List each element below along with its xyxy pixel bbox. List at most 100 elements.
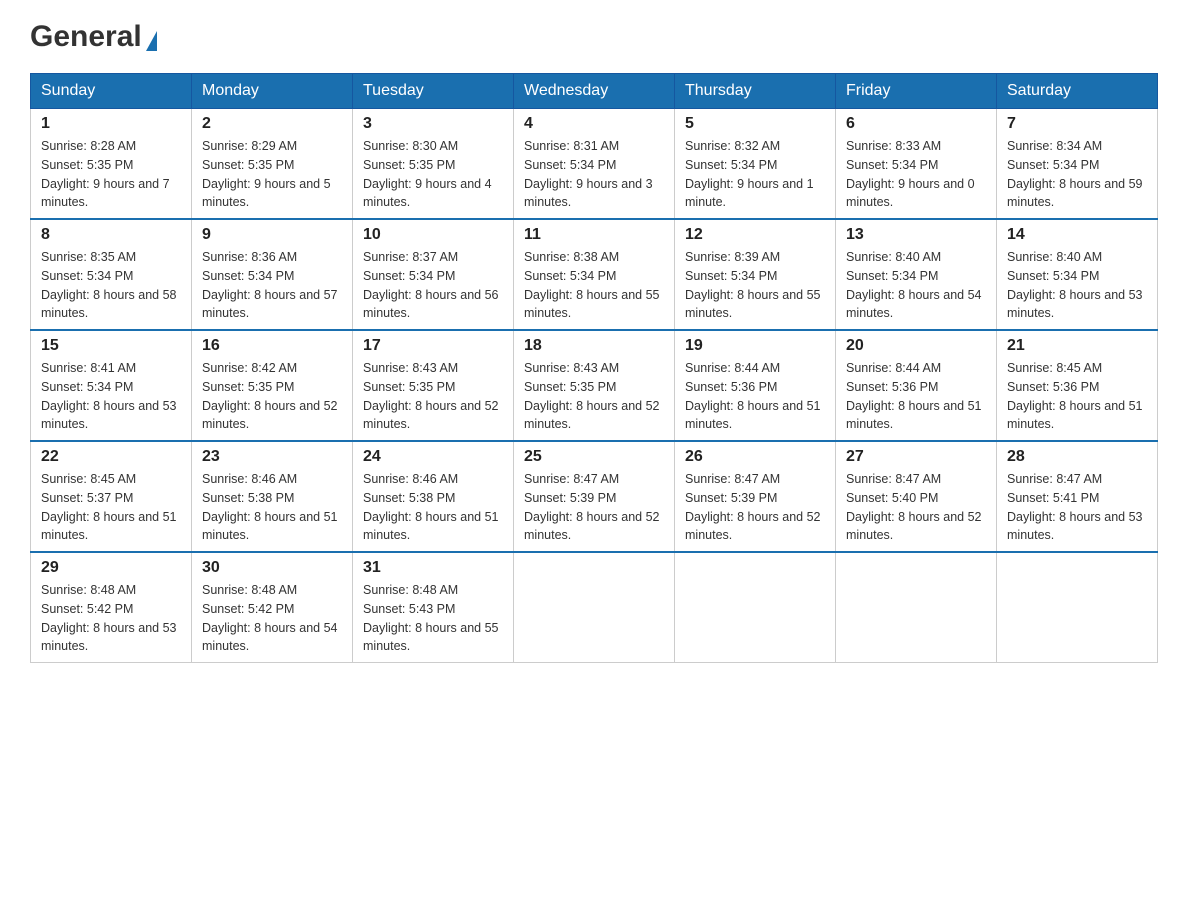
calendar-table: SundayMondayTuesdayWednesdayThursdayFrid… — [30, 73, 1158, 663]
day-info: Sunrise: 8:44 AM Sunset: 5:36 PM Dayligh… — [846, 359, 986, 434]
day-number: 2 — [202, 115, 342, 133]
calendar-week-row: 15 Sunrise: 8:41 AM Sunset: 5:34 PM Dayl… — [31, 330, 1158, 441]
calendar-cell: 18 Sunrise: 8:43 AM Sunset: 5:35 PM Dayl… — [514, 330, 675, 441]
day-number: 14 — [1007, 226, 1147, 244]
calendar-cell: 21 Sunrise: 8:45 AM Sunset: 5:36 PM Dayl… — [997, 330, 1158, 441]
logo-triangle-icon — [146, 31, 157, 51]
day-info: Sunrise: 8:42 AM Sunset: 5:35 PM Dayligh… — [202, 359, 342, 434]
calendar-cell: 15 Sunrise: 8:41 AM Sunset: 5:34 PM Dayl… — [31, 330, 192, 441]
day-info: Sunrise: 8:46 AM Sunset: 5:38 PM Dayligh… — [363, 470, 503, 545]
calendar-cell: 11 Sunrise: 8:38 AM Sunset: 5:34 PM Dayl… — [514, 219, 675, 330]
calendar-cell: 1 Sunrise: 8:28 AM Sunset: 5:35 PM Dayli… — [31, 109, 192, 220]
day-number: 10 — [363, 226, 503, 244]
calendar-week-row: 8 Sunrise: 8:35 AM Sunset: 5:34 PM Dayli… — [31, 219, 1158, 330]
day-number: 29 — [41, 559, 181, 577]
header-tuesday: Tuesday — [353, 74, 514, 109]
day-number: 18 — [524, 337, 664, 355]
day-number: 31 — [363, 559, 503, 577]
day-number: 1 — [41, 115, 181, 133]
calendar-week-row: 22 Sunrise: 8:45 AM Sunset: 5:37 PM Dayl… — [31, 441, 1158, 552]
calendar-cell: 19 Sunrise: 8:44 AM Sunset: 5:36 PM Dayl… — [675, 330, 836, 441]
day-info: Sunrise: 8:31 AM Sunset: 5:34 PM Dayligh… — [524, 137, 664, 212]
calendar-week-row: 1 Sunrise: 8:28 AM Sunset: 5:35 PM Dayli… — [31, 109, 1158, 220]
header-monday: Monday — [192, 74, 353, 109]
day-info: Sunrise: 8:48 AM Sunset: 5:42 PM Dayligh… — [202, 581, 342, 656]
calendar-cell: 31 Sunrise: 8:48 AM Sunset: 5:43 PM Dayl… — [353, 552, 514, 663]
calendar-cell: 24 Sunrise: 8:46 AM Sunset: 5:38 PM Dayl… — [353, 441, 514, 552]
day-number: 25 — [524, 448, 664, 466]
calendar-cell: 12 Sunrise: 8:39 AM Sunset: 5:34 PM Dayl… — [675, 219, 836, 330]
day-info: Sunrise: 8:48 AM Sunset: 5:43 PM Dayligh… — [363, 581, 503, 656]
day-info: Sunrise: 8:35 AM Sunset: 5:34 PM Dayligh… — [41, 248, 181, 323]
calendar-cell: 22 Sunrise: 8:45 AM Sunset: 5:37 PM Dayl… — [31, 441, 192, 552]
day-info: Sunrise: 8:39 AM Sunset: 5:34 PM Dayligh… — [685, 248, 825, 323]
day-number: 9 — [202, 226, 342, 244]
day-number: 28 — [1007, 448, 1147, 466]
day-info: Sunrise: 8:40 AM Sunset: 5:34 PM Dayligh… — [1007, 248, 1147, 323]
calendar-cell: 17 Sunrise: 8:43 AM Sunset: 5:35 PM Dayl… — [353, 330, 514, 441]
day-info: Sunrise: 8:48 AM Sunset: 5:42 PM Dayligh… — [41, 581, 181, 656]
day-info: Sunrise: 8:47 AM Sunset: 5:41 PM Dayligh… — [1007, 470, 1147, 545]
day-info: Sunrise: 8:28 AM Sunset: 5:35 PM Dayligh… — [41, 137, 181, 212]
day-number: 5 — [685, 115, 825, 133]
day-number: 24 — [363, 448, 503, 466]
day-number: 7 — [1007, 115, 1147, 133]
day-number: 20 — [846, 337, 986, 355]
day-info: Sunrise: 8:38 AM Sunset: 5:34 PM Dayligh… — [524, 248, 664, 323]
header-saturday: Saturday — [997, 74, 1158, 109]
day-info: Sunrise: 8:40 AM Sunset: 5:34 PM Dayligh… — [846, 248, 986, 323]
header-wednesday: Wednesday — [514, 74, 675, 109]
day-info: Sunrise: 8:47 AM Sunset: 5:39 PM Dayligh… — [524, 470, 664, 545]
calendar-cell: 4 Sunrise: 8:31 AM Sunset: 5:34 PM Dayli… — [514, 109, 675, 220]
header-sunday: Sunday — [31, 74, 192, 109]
calendar-cell: 8 Sunrise: 8:35 AM Sunset: 5:34 PM Dayli… — [31, 219, 192, 330]
calendar-cell: 16 Sunrise: 8:42 AM Sunset: 5:35 PM Dayl… — [192, 330, 353, 441]
day-number: 15 — [41, 337, 181, 355]
day-number: 3 — [363, 115, 503, 133]
day-info: Sunrise: 8:32 AM Sunset: 5:34 PM Dayligh… — [685, 137, 825, 212]
day-info: Sunrise: 8:33 AM Sunset: 5:34 PM Dayligh… — [846, 137, 986, 212]
day-number: 17 — [363, 337, 503, 355]
day-number: 19 — [685, 337, 825, 355]
calendar-cell: 13 Sunrise: 8:40 AM Sunset: 5:34 PM Dayl… — [836, 219, 997, 330]
calendar-cell: 29 Sunrise: 8:48 AM Sunset: 5:42 PM Dayl… — [31, 552, 192, 663]
day-number: 23 — [202, 448, 342, 466]
day-info: Sunrise: 8:43 AM Sunset: 5:35 PM Dayligh… — [524, 359, 664, 434]
day-number: 27 — [846, 448, 986, 466]
day-number: 4 — [524, 115, 664, 133]
day-number: 30 — [202, 559, 342, 577]
day-number: 12 — [685, 226, 825, 244]
day-number: 11 — [524, 226, 664, 244]
calendar-cell: 23 Sunrise: 8:46 AM Sunset: 5:38 PM Dayl… — [192, 441, 353, 552]
calendar-cell: 30 Sunrise: 8:48 AM Sunset: 5:42 PM Dayl… — [192, 552, 353, 663]
calendar-header-row: SundayMondayTuesdayWednesdayThursdayFrid… — [31, 74, 1158, 109]
calendar-cell: 3 Sunrise: 8:30 AM Sunset: 5:35 PM Dayli… — [353, 109, 514, 220]
day-number: 8 — [41, 226, 181, 244]
calendar-cell: 14 Sunrise: 8:40 AM Sunset: 5:34 PM Dayl… — [997, 219, 1158, 330]
page-header: General — [30, 20, 1158, 53]
calendar-cell: 6 Sunrise: 8:33 AM Sunset: 5:34 PM Dayli… — [836, 109, 997, 220]
day-info: Sunrise: 8:43 AM Sunset: 5:35 PM Dayligh… — [363, 359, 503, 434]
day-info: Sunrise: 8:36 AM Sunset: 5:34 PM Dayligh… — [202, 248, 342, 323]
day-info: Sunrise: 8:47 AM Sunset: 5:40 PM Dayligh… — [846, 470, 986, 545]
calendar-cell — [997, 552, 1158, 663]
day-number: 13 — [846, 226, 986, 244]
calendar-cell — [836, 552, 997, 663]
calendar-cell: 9 Sunrise: 8:36 AM Sunset: 5:34 PM Dayli… — [192, 219, 353, 330]
calendar-cell: 26 Sunrise: 8:47 AM Sunset: 5:39 PM Dayl… — [675, 441, 836, 552]
header-thursday: Thursday — [675, 74, 836, 109]
day-info: Sunrise: 8:29 AM Sunset: 5:35 PM Dayligh… — [202, 137, 342, 212]
calendar-cell: 27 Sunrise: 8:47 AM Sunset: 5:40 PM Dayl… — [836, 441, 997, 552]
day-number: 22 — [41, 448, 181, 466]
calendar-cell: 7 Sunrise: 8:34 AM Sunset: 5:34 PM Dayli… — [997, 109, 1158, 220]
day-info: Sunrise: 8:37 AM Sunset: 5:34 PM Dayligh… — [363, 248, 503, 323]
day-number: 26 — [685, 448, 825, 466]
logo-general-text: General — [30, 20, 142, 53]
calendar-cell: 28 Sunrise: 8:47 AM Sunset: 5:41 PM Dayl… — [997, 441, 1158, 552]
calendar-cell: 5 Sunrise: 8:32 AM Sunset: 5:34 PM Dayli… — [675, 109, 836, 220]
day-info: Sunrise: 8:30 AM Sunset: 5:35 PM Dayligh… — [363, 137, 503, 212]
calendar-week-row: 29 Sunrise: 8:48 AM Sunset: 5:42 PM Dayl… — [31, 552, 1158, 663]
day-number: 21 — [1007, 337, 1147, 355]
calendar-cell: 20 Sunrise: 8:44 AM Sunset: 5:36 PM Dayl… — [836, 330, 997, 441]
logo: General — [30, 20, 157, 53]
